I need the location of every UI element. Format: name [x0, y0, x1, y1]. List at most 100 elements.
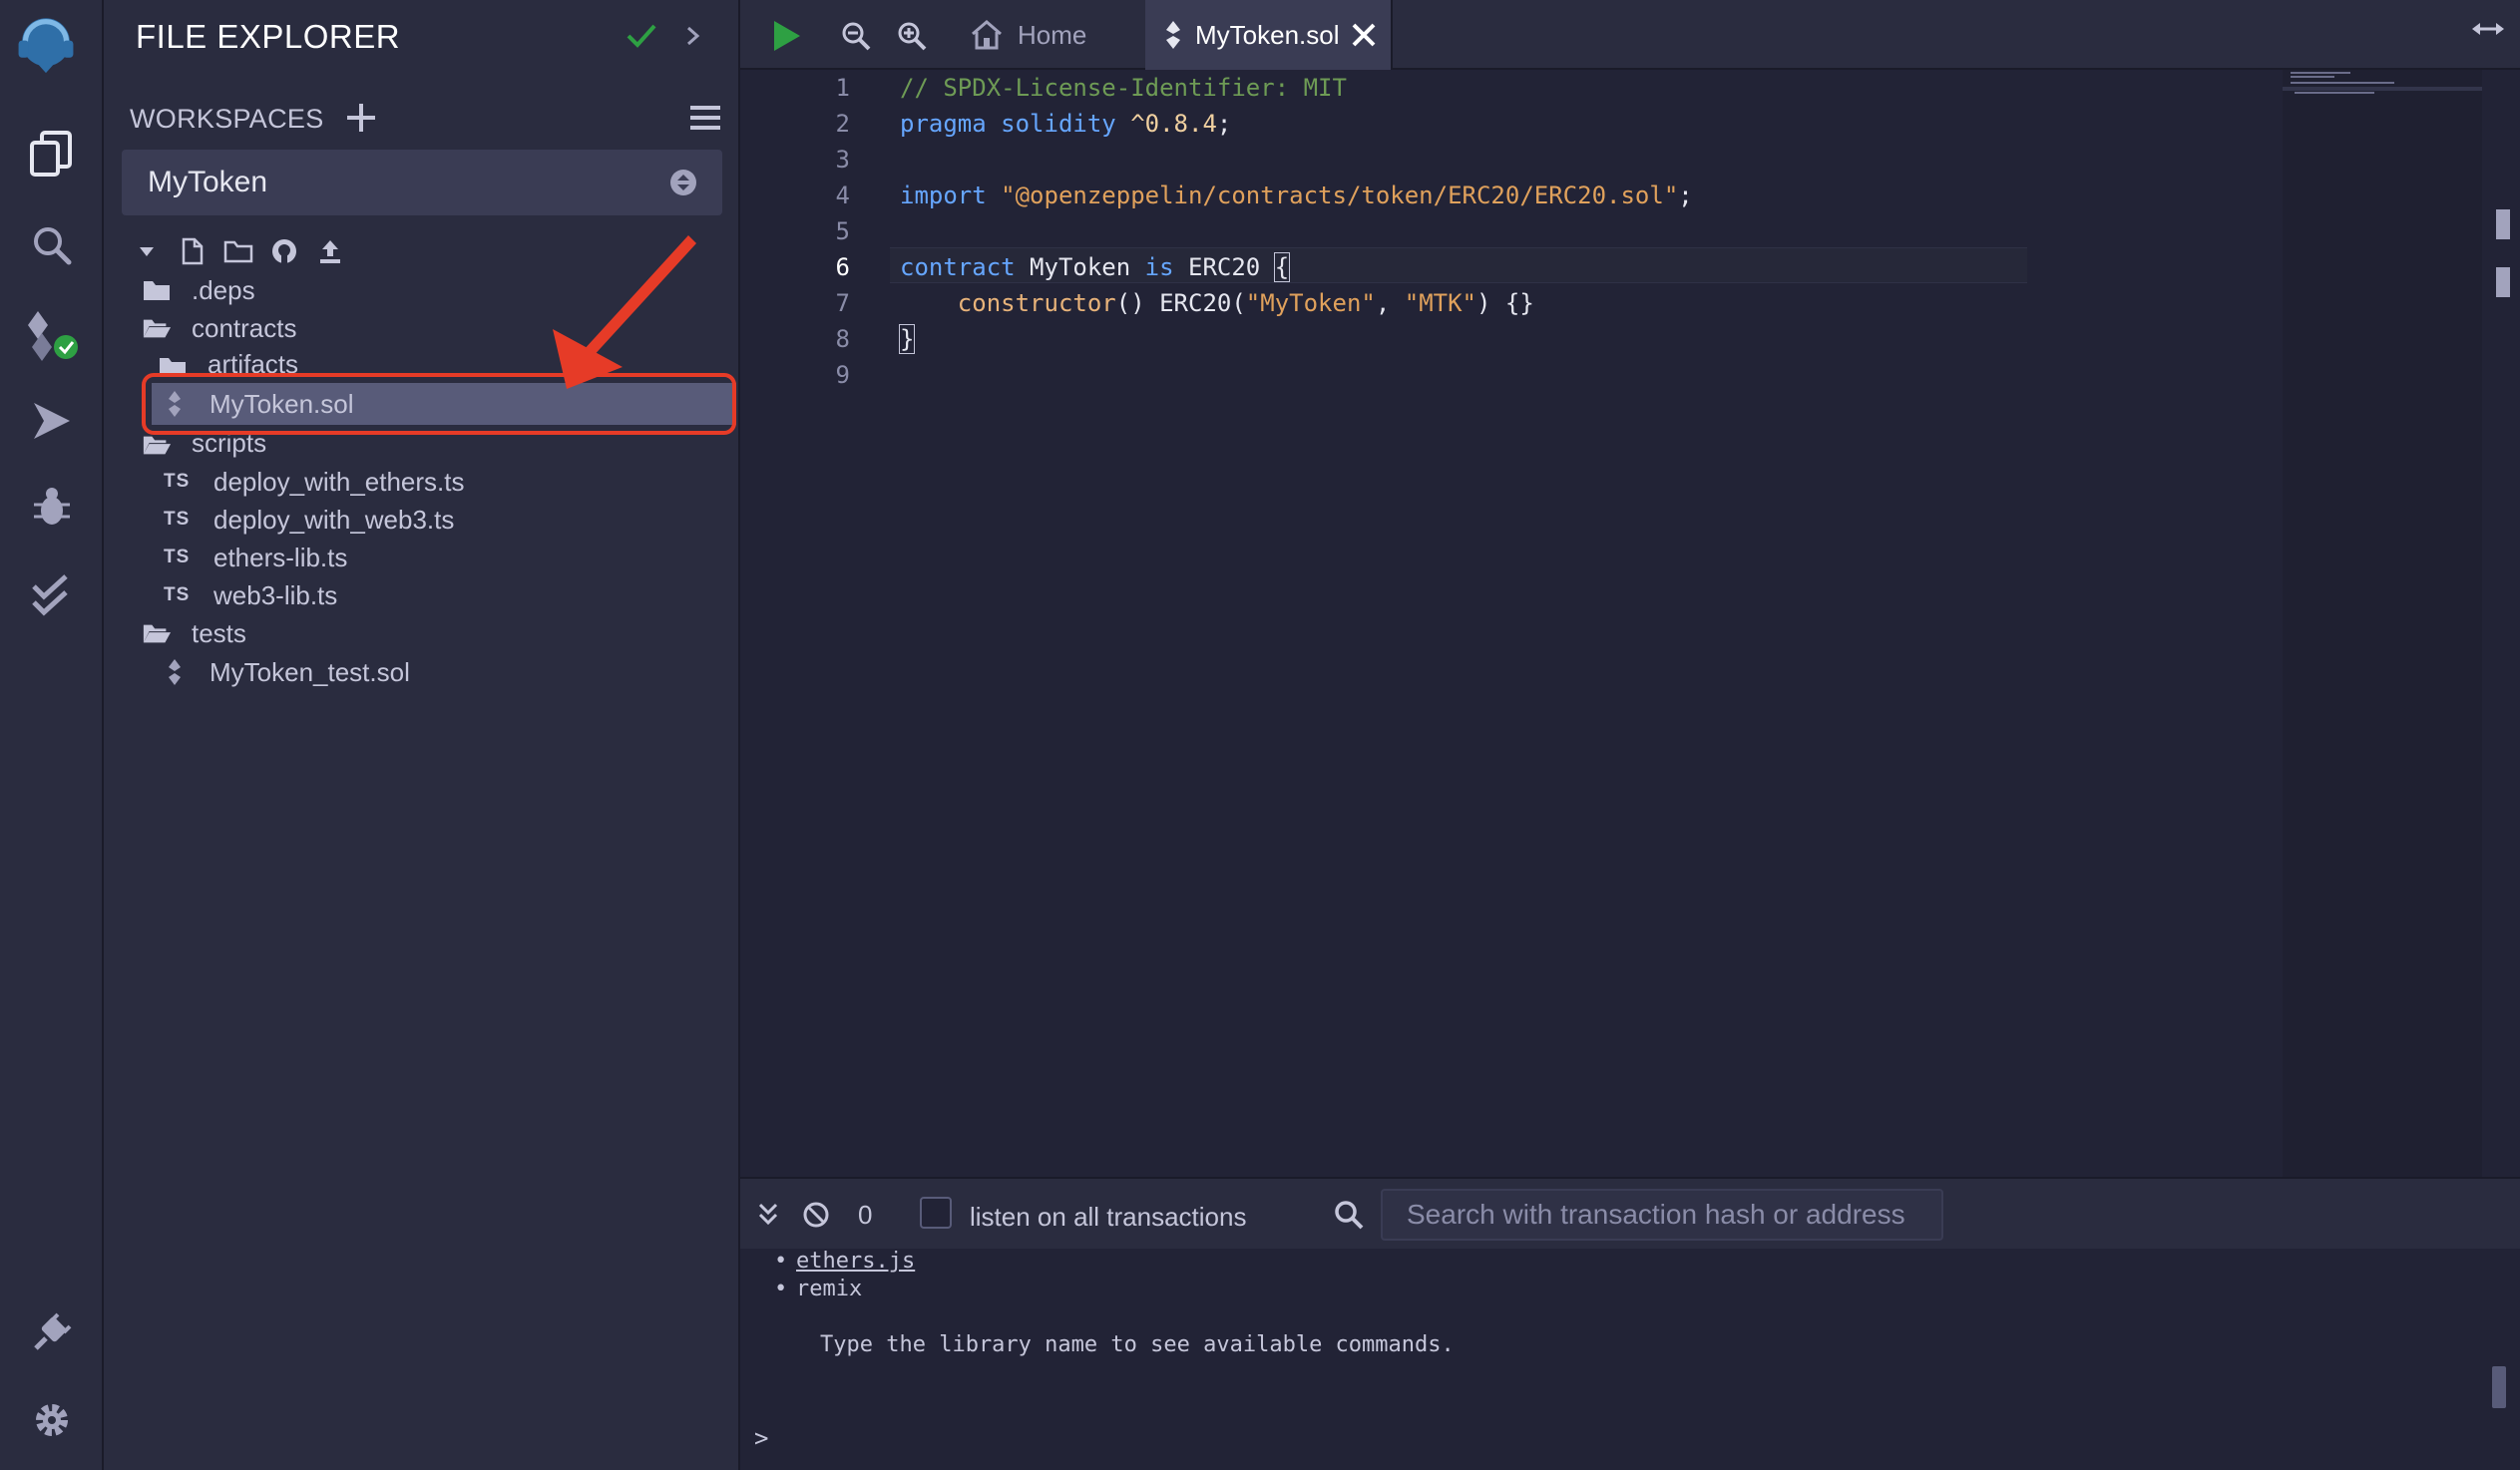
code-token: import	[900, 182, 1002, 209]
check-icon[interactable]	[623, 18, 662, 54]
tree-item-mytoken-sol[interactable]: MyToken.sol	[152, 383, 736, 425]
list-item: • ethers.js	[774, 1249, 915, 1274]
new-folder-icon[interactable]	[215, 233, 261, 269]
code-token: "MyToken"	[1245, 289, 1376, 317]
tx-search-input[interactable]: Search with transaction hash or address	[1381, 1189, 1943, 1241]
tree-toolbar	[124, 233, 353, 269]
line-number: 5	[835, 217, 850, 245]
zoom-out-icon[interactable]	[834, 14, 878, 58]
code-line[interactable]: constructor() ERC20("MyToken", "MTK") {}	[900, 285, 1534, 321]
code-line[interactable]: }	[898, 321, 916, 357]
deploy-run-icon[interactable]	[22, 391, 82, 451]
tree-item-label: deploy_with_web3.ts	[213, 504, 455, 535]
code-token: MyToken	[1030, 253, 1145, 281]
line-number: 2	[835, 110, 850, 138]
listen-all-checkbox[interactable]	[920, 1197, 952, 1229]
code-editor[interactable]: 1 2 3 4 5 6 7 8 9 // SPDX-License-Identifier: MI…	[740, 70, 2520, 1177]
settings-icon[interactable]	[22, 1390, 82, 1450]
listen-all-label: listen on all transactions	[970, 1202, 1247, 1232]
code-line[interactable]: // SPDX-License-Identifier: MIT	[900, 70, 1347, 106]
code-token: contract	[900, 253, 1031, 281]
file-explorer-panel: FILE EXPLORER WORKSPACES MyToken .deps c…	[104, 0, 740, 1470]
typescript-file-icon: TS	[164, 547, 191, 567]
workspace-select[interactable]: MyToken	[122, 150, 722, 215]
upload-icon[interactable]	[307, 233, 353, 269]
editor-topbar: Home MyToken.sol	[740, 0, 2520, 70]
tree-item-ethers-lib[interactable]: TS ethers-lib.ts	[164, 539, 347, 576]
code-token: ) {}	[1476, 289, 1534, 317]
code-token: ;	[1216, 110, 1232, 138]
library-link-ethers[interactable]: ethers.js	[796, 1249, 915, 1274]
folder-open-icon	[142, 431, 172, 459]
search-icon	[1333, 1199, 1365, 1231]
minimap-line	[2291, 72, 2350, 74]
code-token: ^0.8.4	[1130, 110, 1217, 138]
terminal-scrollbar[interactable]	[2492, 1366, 2506, 1408]
tree-item-label: ethers-lib.ts	[213, 542, 348, 572]
zoom-in-icon[interactable]	[890, 14, 934, 58]
tree-item-label: deploy_with_ethers.ts	[213, 466, 465, 497]
plugin-manager-icon[interactable]	[22, 1302, 82, 1362]
chevron-right-icon[interactable]	[678, 20, 708, 52]
search-icon[interactable]	[22, 215, 82, 275]
caret-down-icon[interactable]	[124, 233, 170, 269]
tree-item-deploy-with-web3[interactable]: TS deploy_with_web3.ts	[164, 501, 454, 539]
line-number: 3	[835, 146, 850, 174]
minimap[interactable]	[2283, 70, 2482, 1177]
code-token: solidity	[1001, 110, 1131, 138]
tree-item-tests[interactable]: tests	[142, 614, 246, 652]
minimap-line	[2283, 87, 2482, 91]
add-workspace-icon[interactable]	[341, 98, 381, 138]
line-number: 6	[835, 253, 850, 281]
solidity-compiler-icon[interactable]	[22, 305, 82, 365]
clear-console-icon[interactable]	[798, 1197, 834, 1233]
tree-item-label: web3-lib.ts	[213, 579, 338, 610]
solidity-file-icon	[1166, 21, 1180, 49]
tree-item-label: .deps	[192, 274, 255, 305]
hamburger-menu-icon[interactable]	[686, 100, 724, 136]
terminal-prompt[interactable]: >	[754, 1424, 768, 1452]
code-line[interactable]: pragma solidity ^0.8.4;	[900, 106, 1231, 142]
tree-item-mytoken-test-sol[interactable]: MyToken_test.sol	[160, 653, 410, 691]
code-token: "MTK"	[1404, 289, 1476, 317]
remix-ide: FILE EXPLORER WORKSPACES MyToken .deps c…	[0, 0, 2520, 1470]
code-token: constructor	[900, 289, 1116, 317]
unit-test-icon[interactable]	[22, 564, 82, 624]
tree-item-label: MyToken.sol	[210, 388, 354, 419]
typescript-file-icon: TS	[164, 471, 191, 492]
tree-item-deploy-with-ethers[interactable]: TS deploy_with_ethers.ts	[164, 463, 464, 501]
line-number: 9	[835, 361, 850, 389]
folder-open-icon	[142, 314, 172, 342]
typescript-file-icon: TS	[164, 584, 191, 605]
collapse-terminal-icon[interactable]	[750, 1197, 786, 1233]
code-token: ,	[1375, 289, 1405, 317]
tree-item-contracts[interactable]: contracts	[142, 309, 297, 347]
scrollbar-thumb[interactable]	[2496, 209, 2510, 239]
scrollbar-thumb[interactable]	[2496, 267, 2510, 297]
tab-mytoken-sol[interactable]: MyToken.sol	[1145, 0, 1393, 70]
tree-item-web3-lib[interactable]: TS web3-lib.ts	[164, 576, 337, 614]
minimap-line	[2295, 92, 2374, 94]
icon-rail	[0, 0, 104, 1470]
terminal-output[interactable]: • ethers.js • remix Type the library nam…	[740, 1249, 2520, 1470]
workspaces-label: WORKSPACES	[130, 104, 324, 134]
tree-item-artifacts[interactable]: artifacts	[158, 347, 298, 373]
file-explorer-icon[interactable]	[22, 124, 82, 184]
bullet: •	[774, 1277, 788, 1301]
tree-item-label: MyToken_test.sol	[210, 656, 410, 687]
tab-home[interactable]: Home	[970, 0, 1086, 70]
debugger-icon[interactable]	[22, 477, 82, 537]
github-icon[interactable]	[261, 233, 307, 269]
run-script-button[interactable]	[764, 14, 808, 58]
bullet: •	[774, 1249, 788, 1274]
remix-logo-icon[interactable]	[18, 14, 82, 74]
tree-item-deps[interactable]: .deps	[142, 271, 255, 309]
close-icon[interactable]	[1349, 20, 1379, 50]
code-line[interactable]: import "@openzeppelin/contracts/token/ER…	[900, 178, 1693, 213]
new-file-icon[interactable]	[170, 233, 215, 269]
code-line[interactable]: contract MyToken is ERC20 {	[900, 249, 1291, 285]
terminal-hint: Type the library name to see available c…	[820, 1332, 1455, 1357]
tree-item-label: artifacts	[208, 349, 299, 373]
expand-horizontal-icon[interactable]	[2468, 14, 2508, 44]
tree-item-scripts[interactable]: scripts	[142, 425, 266, 459]
